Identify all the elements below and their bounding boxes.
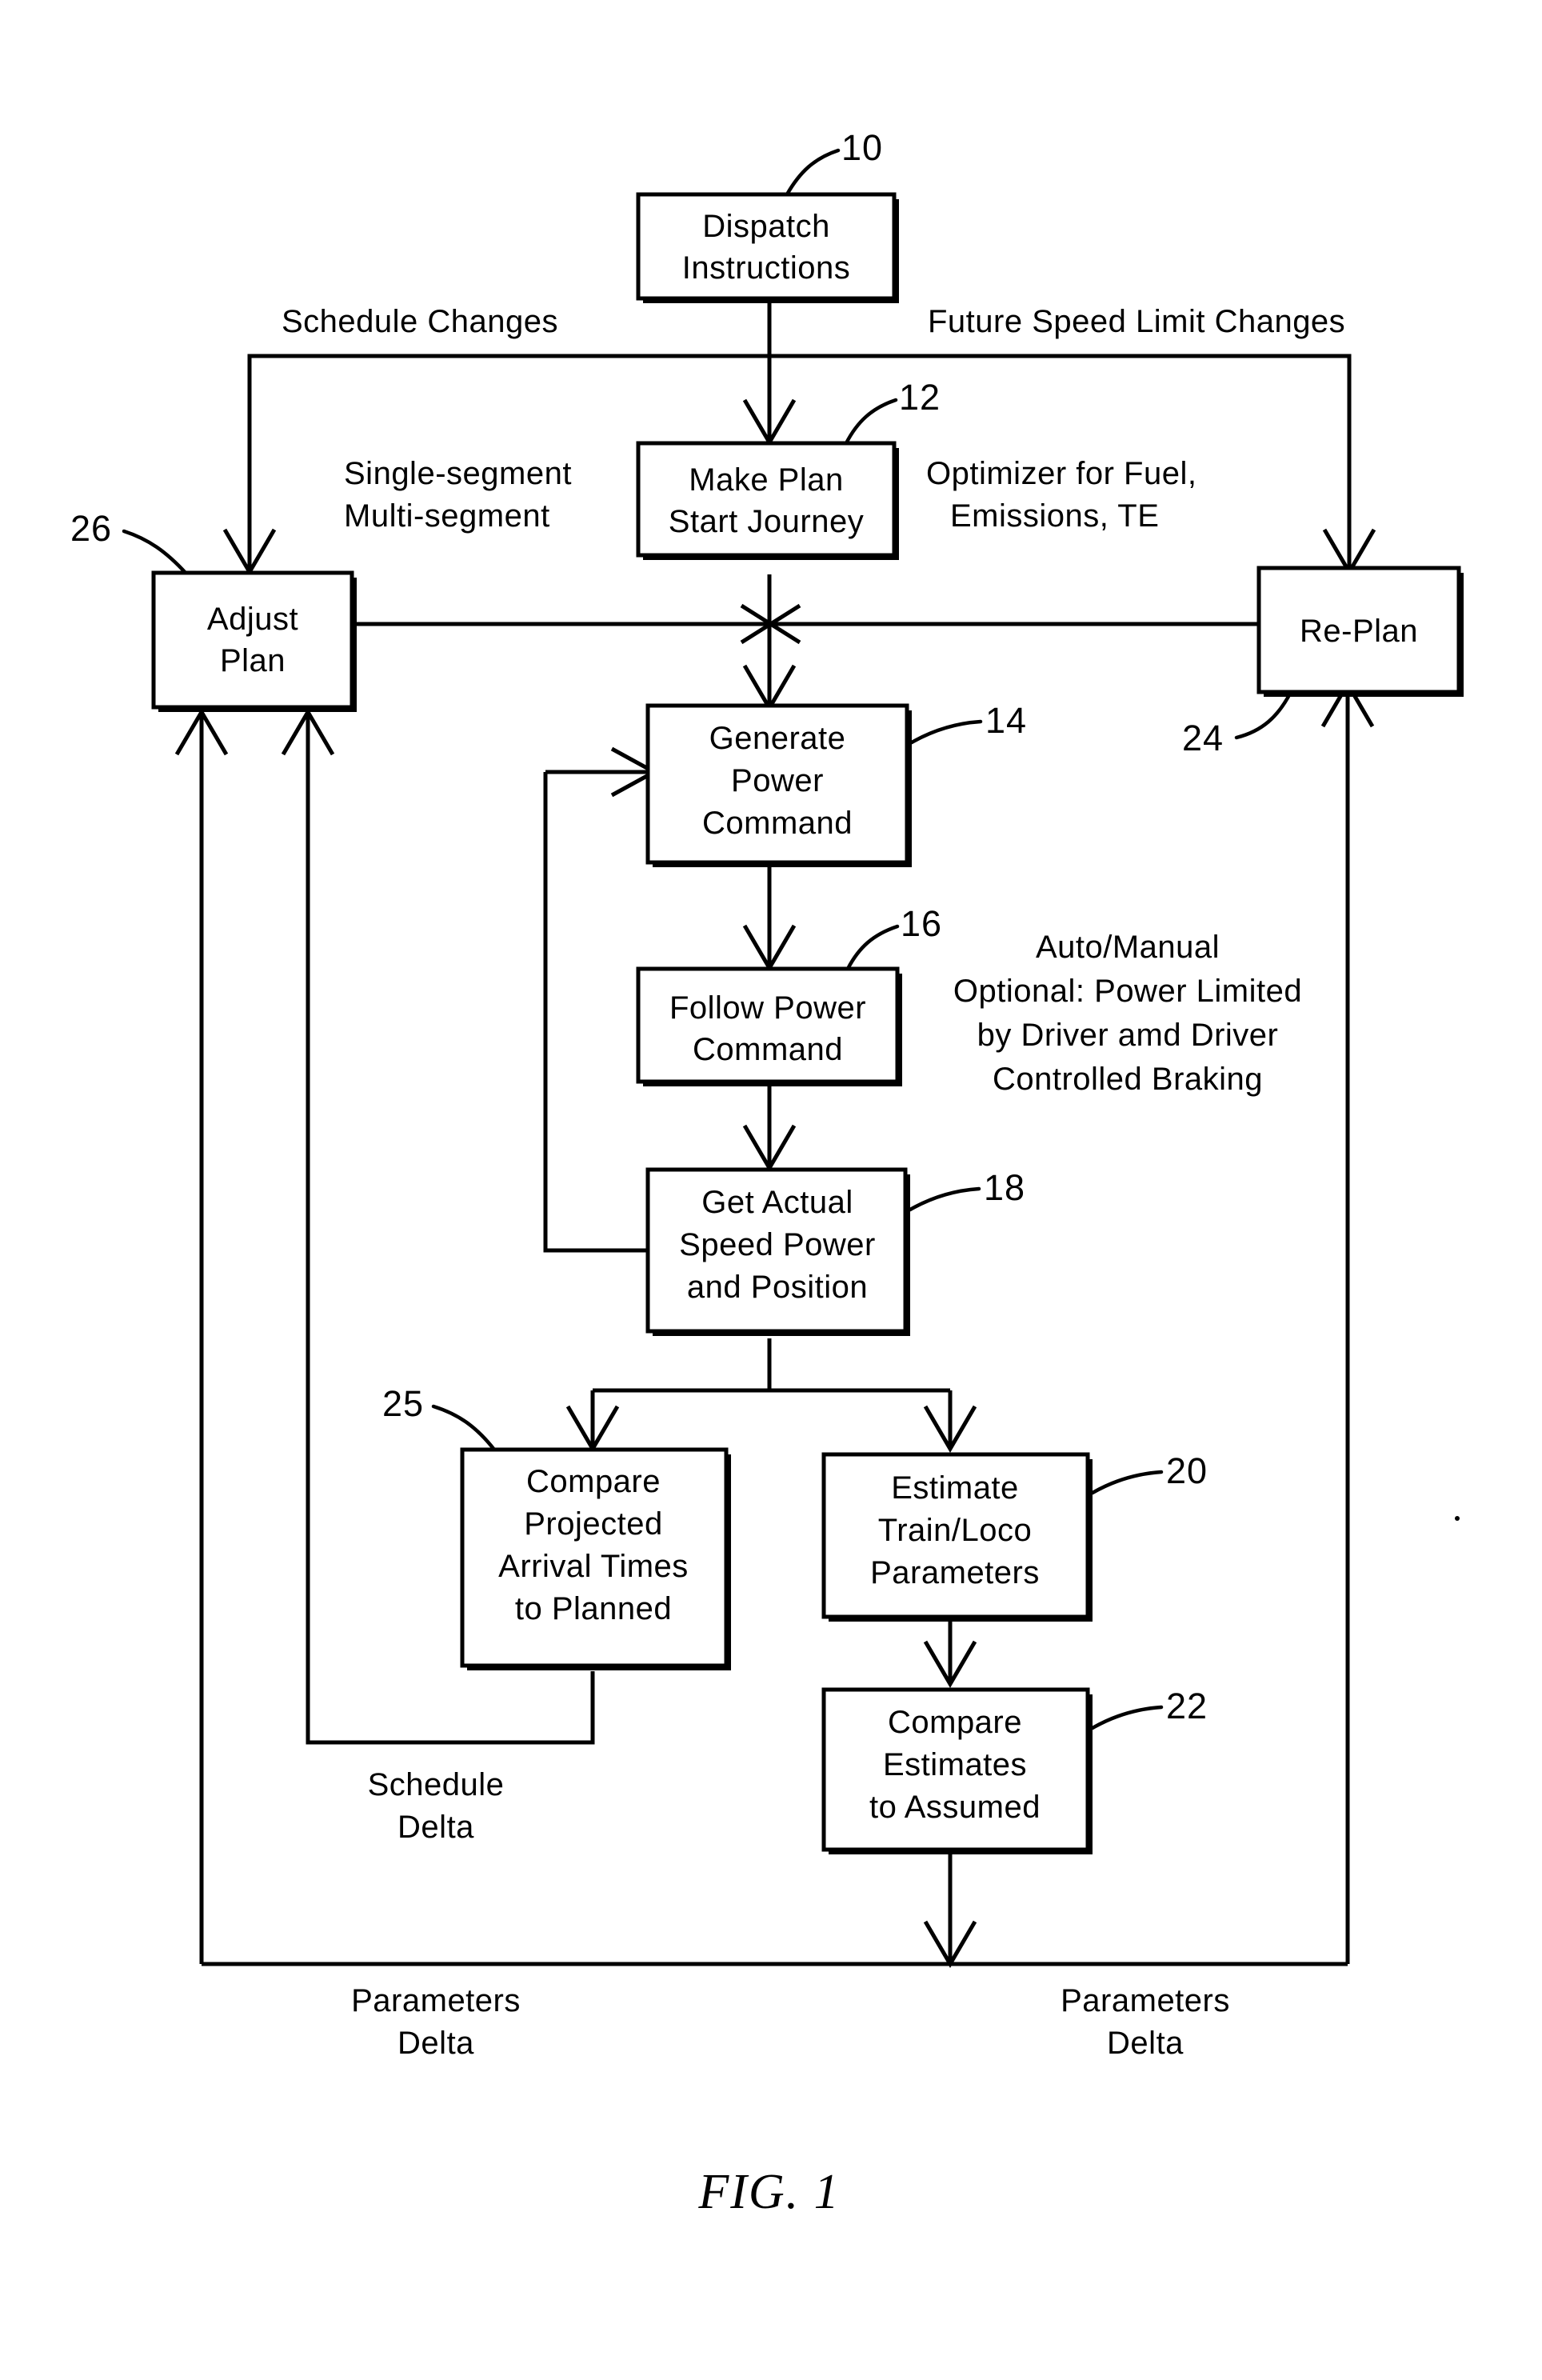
leader-line (122, 529, 188, 575)
label-parameters-delta-left-line-2: Delta (397, 2026, 474, 2061)
ref-leader-20: 20 (1090, 1450, 1208, 1495)
box-get-actual-speed-power-position[interactable]: Get Actual Speed Power and Position (645, 1167, 910, 1336)
ref-number-18: 18 (984, 1167, 1025, 1208)
label-auto-manual-line-3: by Driver amd Driver (977, 1018, 1279, 1053)
box-label-line-4: to Planned (515, 1591, 672, 1626)
box-label-line-1: Adjust (207, 602, 298, 637)
ref-leader-18: 18 (908, 1167, 1025, 1212)
box-label-line-3: to Assumed (869, 1790, 1041, 1825)
box-label-line-2: Train/Loco (878, 1513, 1033, 1548)
leader-line (844, 398, 898, 446)
label-parameters-delta-left-line-1: Parameters (351, 1983, 521, 2018)
box-label-line-2: Power (731, 763, 824, 798)
ref-number-22: 22 (1166, 1686, 1208, 1726)
label-schedule-changes: Schedule Changes (282, 304, 558, 339)
leader-line (908, 1186, 981, 1212)
leader-line (845, 924, 900, 971)
box-label-line-2: Command (693, 1032, 843, 1067)
box-label-line-1: Re-Plan (1300, 614, 1418, 649)
ref-number-14: 14 (985, 700, 1027, 741)
ref-leader-25: 25 (382, 1383, 497, 1452)
box-label-line-3: and Position (687, 1270, 868, 1305)
leader-line (1090, 1470, 1164, 1495)
box-make-plan-start-journey[interactable]: Make Plan Start Journey (636, 441, 899, 560)
label-optimizer-line-2: Emissions, TE (950, 498, 1159, 534)
label-auto-manual-line-4: Controlled Braking (993, 1062, 1263, 1097)
box-label-line-1: Estimate (891, 1470, 1019, 1506)
label-single-segment: Single-segment (344, 456, 572, 491)
box-dispatch-instructions[interactable]: Dispatch Instructions (636, 192, 899, 303)
ref-number-10: 10 (841, 127, 883, 168)
label-future-speed-limit-changes: Future Speed Limit Changes (928, 304, 1345, 339)
label-schedule-delta-line-1: Schedule (368, 1767, 505, 1802)
leader-line (431, 1404, 497, 1452)
box-estimate-train-loco-parameters[interactable]: Estimate Train/Loco Parameters (821, 1452, 1093, 1622)
box-label-line-2: Instructions (682, 250, 851, 286)
box-label-line-1: Follow Power (669, 990, 866, 1026)
ref-number-16: 16 (901, 903, 942, 944)
patent-figure: Dispatch Instructions 10 Make Plan Start… (0, 0, 1542, 2380)
ref-leader-12: 12 (844, 377, 941, 446)
leader-line (1090, 1705, 1164, 1730)
box-label-line-2: Estimates (883, 1747, 1027, 1782)
leader-line (785, 148, 841, 197)
box-generate-power-command[interactable]: Generate Power Command (645, 703, 912, 867)
box-label-line-3: Command (702, 806, 853, 841)
box-label-line-1: Compare (888, 1705, 1022, 1740)
box-label-line-1: Get Actual (701, 1185, 853, 1220)
ref-leader-24: 24 (1182, 690, 1293, 758)
ref-leader-14: 14 (909, 700, 1027, 745)
figure-caption: FIG. 1 (697, 2165, 840, 2219)
box-label-line-2: Projected (524, 1506, 662, 1542)
flow-diagram-canvas: Dispatch Instructions 10 Make Plan Start… (70, 127, 1464, 2219)
box-label-line-1: Compare (526, 1464, 661, 1499)
ref-number-26: 26 (70, 508, 112, 549)
ref-number-25: 25 (382, 1383, 424, 1424)
scan-speck (1455, 1516, 1460, 1521)
box-label-line-2: Start Journey (669, 504, 864, 539)
label-auto-manual-line-2: Optional: Power Limited (953, 974, 1302, 1009)
ref-number-24: 24 (1182, 718, 1224, 758)
box-compare-estimates-to-assumed[interactable]: Compare Estimates to Assumed (821, 1687, 1093, 1854)
label-parameters-delta-right-line-2: Delta (1107, 2026, 1184, 2061)
box-follow-power-command[interactable]: Follow Power Command (636, 966, 902, 1086)
box-compare-projected-arrival-times[interactable]: Compare Projected Arrival Times to Plann… (460, 1447, 731, 1670)
box-label-line-3: Arrival Times (498, 1549, 689, 1584)
box-outline (151, 570, 354, 710)
label-optimizer-line-1: Optimizer for Fuel, (926, 456, 1196, 491)
label-parameters-delta-right-line-1: Parameters (1061, 1983, 1230, 2018)
box-label-line-2: Plan (220, 643, 286, 678)
box-adjust-plan[interactable]: Adjust Plan (151, 570, 357, 712)
label-schedule-delta-line-2: Delta (397, 1810, 474, 1845)
box-label-line-2: Speed Power (679, 1227, 876, 1262)
ref-leader-10: 10 (785, 127, 883, 197)
leader-line (1234, 690, 1293, 740)
box-label-line-3: Parameters (870, 1555, 1040, 1590)
label-multi-segment: Multi-segment (344, 498, 550, 534)
conn-getactual-feedback-to-generate (543, 772, 648, 1253)
box-label-line-1: Make Plan (689, 462, 843, 498)
box-label-line-1: Generate (709, 721, 846, 756)
ref-number-12: 12 (899, 377, 941, 418)
label-auto-manual-line-1: Auto/Manual (1036, 930, 1220, 965)
ref-number-20: 20 (1166, 1450, 1208, 1491)
ref-leader-22: 22 (1090, 1686, 1208, 1730)
leader-line (909, 719, 983, 745)
ref-leader-16: 16 (845, 903, 942, 971)
box-label-line-1: Dispatch (702, 209, 830, 244)
box-re-plan[interactable]: Re-Plan (1256, 566, 1464, 697)
ref-leader-26: 26 (70, 508, 188, 575)
